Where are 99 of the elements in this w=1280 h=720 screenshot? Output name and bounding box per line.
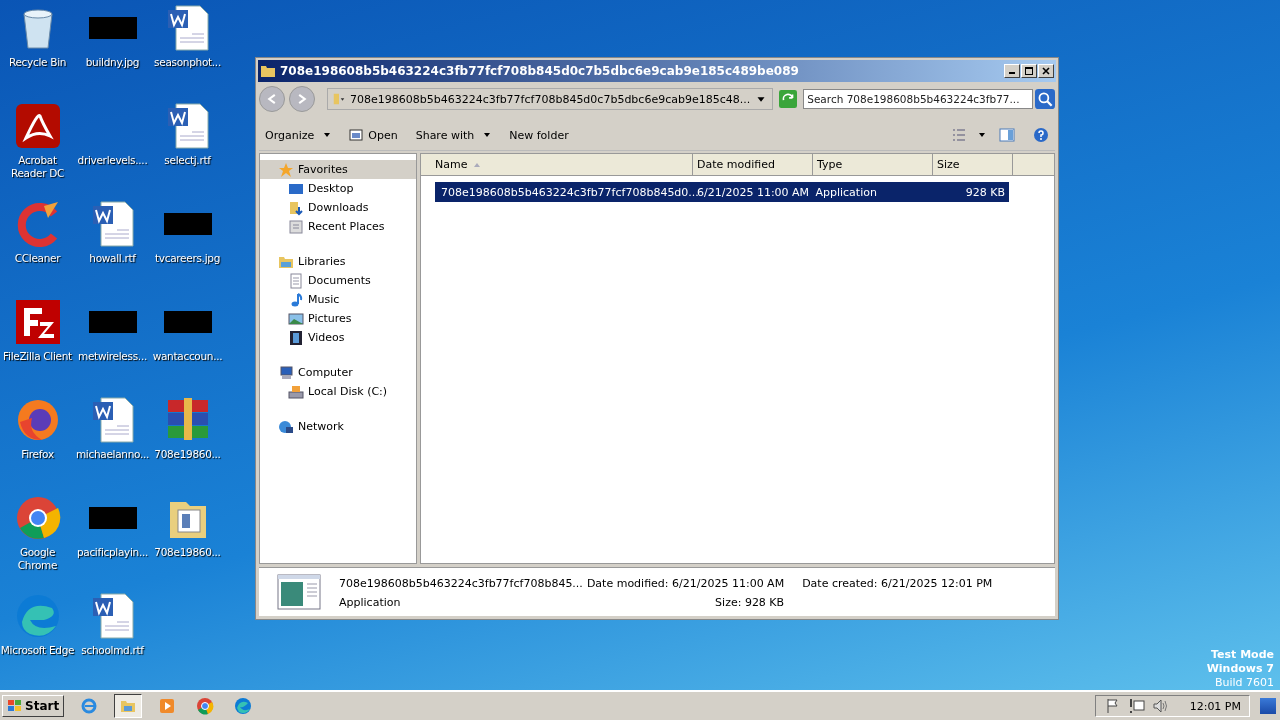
desktop-icon[interactable]: driverlevels.... — [75, 102, 150, 200]
table-cell: 708e198608b5b463224c3fb77fcf708b845d0... — [441, 185, 699, 199]
nav-item[interactable]: Music — [260, 290, 416, 309]
search-field[interactable]: Search 708e198608b5b463224c3fb77... — [803, 89, 1033, 109]
desktop-icon[interactable]: Acrobat Reader DC — [0, 102, 75, 200]
nav-item[interactable]: Desktop — [260, 179, 416, 198]
refresh-button[interactable] — [777, 88, 800, 110]
nav-item[interactable]: Network — [260, 417, 416, 436]
nav-icon — [288, 310, 304, 327]
desktop-icon[interactable]: Google Chrome — [0, 494, 75, 592]
toolbar-button[interactable]: Open — [343, 124, 404, 146]
file-icon — [13, 298, 62, 346]
nav-item[interactable]: Pictures — [260, 309, 416, 328]
preview-pane-icon[interactable] — [999, 127, 1015, 143]
forward-button[interactable] — [289, 86, 315, 112]
nav-item[interactable]: Documents — [260, 271, 416, 290]
address-bar[interactable]: 708e198608b5b463224c3fb77fcf708b845d0c7b5dbc6e9cab9e185c48... — [327, 88, 774, 110]
file-name: 708e198608b5b463224c3fb77fcf708b845... — [339, 577, 583, 590]
view-options-icon[interactable] — [951, 127, 987, 143]
nav-icon — [288, 272, 304, 289]
desktop-icon[interactable]: wantaccoun... — [150, 298, 225, 396]
desktop-icon[interactable]: CCleaner — [0, 200, 75, 298]
window-title: 708e198608b5b463224c3fb77fcf708b845d0c7b5dbc6e9cab9e185c489be089 — [280, 64, 800, 78]
desktop-icon[interactable]: pacificplayin... — [75, 494, 150, 592]
toolbar-button[interactable]: Organize — [259, 124, 338, 146]
file-row[interactable]: 708e198608b5b463224c3fb77fcf708b845d0...6/21/2025 11:00 AM Application 928 KB — [435, 182, 1009, 202]
desktop-icon[interactable]: Firefox — [0, 396, 75, 494]
minimize-icon — [1009, 72, 1015, 74]
app-icon — [196, 697, 215, 716]
redacted-block — [163, 213, 212, 235]
column-header[interactable]: Name — [421, 154, 693, 176]
redacted-block — [163, 311, 212, 333]
file-icon — [13, 102, 62, 150]
desktop-icon[interactable]: howall.rtf — [75, 200, 150, 298]
search-icon[interactable] — [1035, 89, 1055, 109]
table-cell: 6/21/2025 11:00 AM — [697, 185, 810, 199]
nav-item[interactable]: Libraries — [260, 252, 416, 271]
toolbar-button[interactable]: Share with — [409, 124, 498, 146]
column-header[interactable]: Date modified — [693, 154, 813, 176]
application-icon — [277, 574, 321, 610]
minimize-button[interactable] — [1004, 64, 1020, 78]
desktop-icon[interactable]: buildny.jpg — [75, 4, 150, 102]
column-header[interactable]: Type — [813, 154, 933, 176]
nav-item[interactable]: Computer — [260, 363, 416, 382]
nav-icon — [288, 199, 304, 216]
nav-item[interactable]: Favorites — [260, 160, 416, 179]
sort-arrow-icon — [473, 161, 482, 168]
folder-icon — [332, 92, 346, 106]
column-header[interactable]: Size — [933, 154, 1013, 176]
desktop-icon[interactable]: selectj.rtf — [150, 102, 225, 200]
system-text: Windows 7 — [1206, 662, 1274, 676]
start-button[interactable]: Start — [2, 695, 65, 718]
date-modified: Date modified: 6/21/2025 11:00 AM — [586, 577, 785, 590]
nav-item[interactable]: Local Disk (C:) — [260, 382, 416, 401]
system-text: Build 7601 — [1214, 676, 1274, 690]
maximize-button[interactable] — [1021, 64, 1037, 78]
desktop-icon[interactable]: schoolmd.rtf — [75, 592, 150, 690]
nav-item[interactable]: Downloads — [260, 198, 416, 217]
nav-item[interactable]: Recent Places — [260, 217, 416, 236]
maximize-icon — [1023, 66, 1035, 76]
show-desktop-button[interactable] — [1260, 698, 1276, 715]
taskbar-app[interactable] — [114, 694, 143, 719]
nav-icon — [288, 329, 304, 346]
close-icon — [1040, 66, 1052, 76]
file-size: Size: 928 KB — [715, 596, 785, 609]
desktop-icon[interactable]: michaelanno... — [75, 396, 150, 494]
app-icon — [80, 697, 99, 716]
nav-icon — [278, 161, 294, 178]
redacted-block — [88, 311, 137, 333]
desktop-icon[interactable]: seasonphot... — [150, 4, 225, 102]
back-button[interactable] — [259, 86, 285, 112]
desktop-icon[interactable]: Microsoft Edge — [0, 592, 75, 690]
desktop-icon[interactable]: FileZilla Client — [0, 298, 75, 396]
desktop-icon[interactable]: tvcareers.jpg — [150, 200, 225, 298]
nav-icon — [288, 383, 304, 400]
app-icon — [234, 697, 253, 716]
redacted-block — [88, 17, 137, 39]
nav-icon — [288, 218, 304, 235]
refresh-icon — [779, 90, 798, 108]
nav-item[interactable]: Videos — [260, 328, 416, 347]
system-text: Test Mode — [1211, 648, 1274, 662]
help-icon[interactable] — [1033, 127, 1049, 143]
folder-icon — [260, 63, 276, 79]
redacted-block — [88, 507, 137, 529]
desktop-icon[interactable]: 708e19860... — [150, 494, 225, 592]
file-type: Application — [339, 596, 402, 609]
table-cell: Application — [815, 185, 877, 199]
desktop-icon[interactable]: Recycle Bin — [0, 4, 75, 102]
toolbar-button[interactable]: New folder — [503, 124, 575, 146]
close-button[interactable] — [1038, 64, 1054, 78]
desktop-icon[interactable]: metwireless... — [75, 298, 150, 396]
nav-icon — [278, 364, 294, 381]
table-cell: 928 KB — [965, 185, 1005, 199]
date-created: Date created: 6/21/2025 12:01 PM — [802, 577, 993, 590]
app-icon — [158, 697, 177, 716]
nav-icon — [278, 418, 294, 435]
desktop-icon[interactable]: 708e19860... — [150, 396, 225, 494]
open-icon — [349, 128, 364, 142]
network-icon[interactable] — [1127, 697, 1146, 716]
